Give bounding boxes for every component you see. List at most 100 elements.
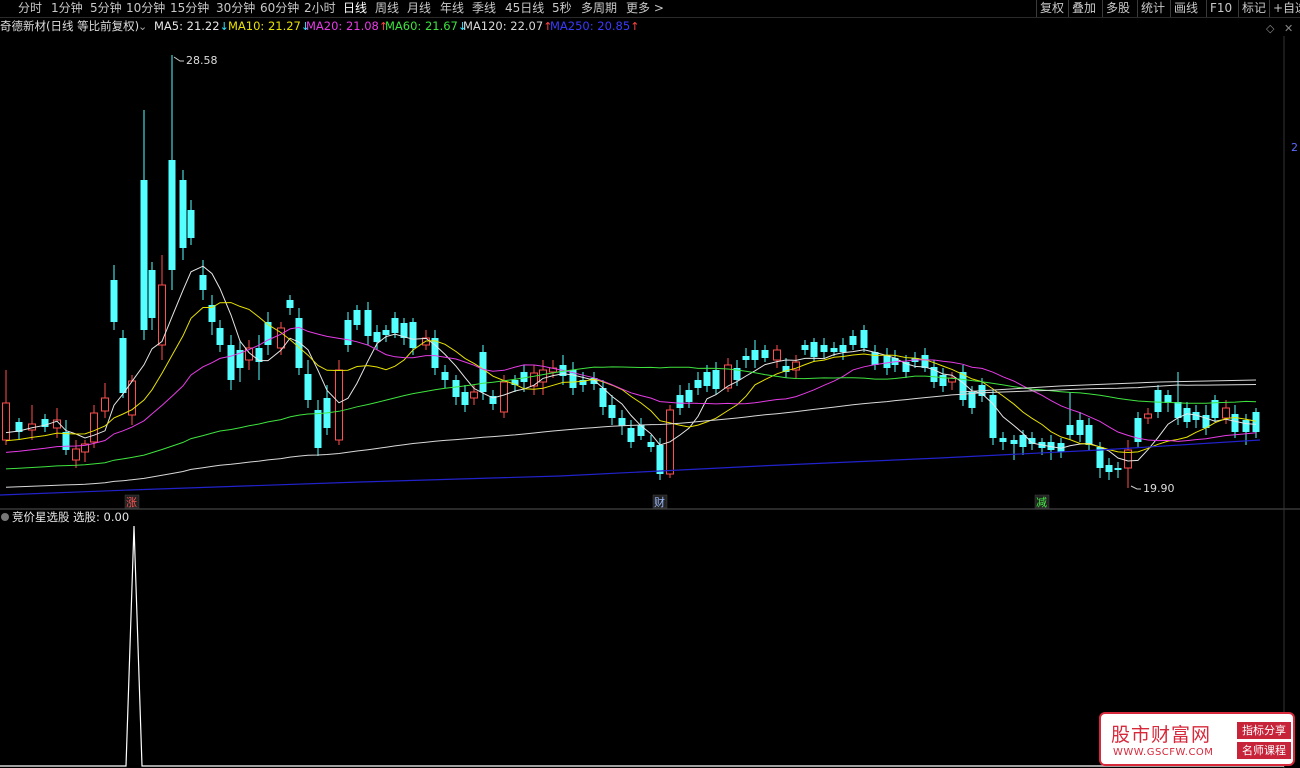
candle-body: [479, 352, 487, 392]
candle-body: [101, 397, 109, 412]
candle-body: [742, 356, 750, 360]
watermark-url: WWW.GSCFW.COM: [1113, 747, 1214, 758]
candle-body: [618, 418, 626, 426]
candle-body: [391, 318, 399, 333]
event-marker-1: 财: [654, 495, 665, 509]
candle-body: [353, 310, 361, 325]
low-price-label: 19.90: [1143, 482, 1175, 495]
candle-body: [849, 336, 857, 345]
close-icon: ✕: [1284, 22, 1293, 35]
candle-body: [199, 275, 207, 290]
candle-body: [637, 425, 645, 436]
watermark-tag-course: 名师课程: [1237, 742, 1291, 759]
candle-body: [2, 402, 10, 441]
candle-body: [431, 338, 439, 368]
candle-body: [452, 380, 460, 397]
candle-body: [830, 348, 838, 352]
candle-body: [801, 345, 809, 350]
candle-body: [409, 322, 417, 348]
candle-body: [839, 345, 847, 352]
candle-body: [255, 348, 263, 362]
candle-body: [314, 410, 322, 448]
signal-spike-line: [0, 525, 1284, 767]
candle-body: [1154, 390, 1162, 412]
event-marker-2: 减: [1036, 496, 1047, 509]
candle-body: [441, 372, 449, 380]
candle-body: [216, 328, 224, 345]
candle-body: [1085, 425, 1093, 445]
candle-body: [295, 318, 303, 368]
ma250-line: [0, 439, 1261, 496]
candle-body: [1231, 414, 1239, 432]
candle-body: [110, 280, 118, 322]
candle-body: [1010, 440, 1018, 444]
candle-body: [187, 210, 195, 238]
candle-body: [227, 345, 235, 380]
kline-chart[interactable]: ◇ ✕ 2 28.58 19.90 涨 财 减竞价星选股 选股: 0.00: [0, 0, 1300, 768]
candle-body: [364, 310, 372, 336]
candle-body: [62, 432, 70, 450]
watermark-title: 股市财富网: [1111, 724, 1212, 746]
candle-body: [1105, 465, 1113, 472]
candle-body: [168, 160, 176, 270]
candle-body: [530, 372, 538, 387]
candle-body: [883, 355, 891, 368]
candle-body: [751, 350, 759, 360]
candle-body: [90, 412, 98, 443]
candle-body: [694, 380, 702, 388]
candle-body: [860, 330, 868, 348]
candle-body: [1019, 435, 1027, 447]
candle-body: [656, 445, 664, 474]
low-pointer: [1130, 485, 1141, 490]
indicator-name: 竞价星选股: [12, 510, 70, 524]
candle-body: [773, 349, 781, 361]
candle-body: [1164, 395, 1172, 403]
indicator-value: 选股: 0.00: [73, 510, 129, 524]
candle-body: [810, 342, 818, 357]
indicator-settings-icon: [1, 513, 9, 521]
candle-body: [1076, 420, 1084, 435]
watermark-tag-share: 指标分享: [1237, 722, 1291, 739]
candle-body: [939, 375, 947, 386]
candle-body: [999, 438, 1007, 442]
candle-body: [520, 372, 528, 382]
candle-body: [344, 320, 352, 345]
candle-body: [304, 374, 312, 400]
candle-body: [148, 270, 156, 318]
candle-body: [1242, 420, 1250, 432]
event-marker-0: 涨: [126, 496, 137, 509]
candle-body: [500, 381, 508, 413]
high-price-label: 28.58: [186, 54, 218, 67]
candle-body: [712, 370, 720, 389]
candle-body: [286, 300, 294, 308]
candle-body: [140, 180, 148, 330]
candle-body: [761, 350, 769, 358]
candle-body: [676, 395, 684, 408]
candle-body: [685, 390, 693, 402]
candle-body: [373, 332, 381, 342]
candle-body: [1222, 407, 1230, 419]
candle-body: [921, 355, 929, 368]
candle-body: [820, 345, 828, 352]
candle-body: [871, 352, 879, 365]
candle-body: [1114, 468, 1122, 470]
ma120-tail: [959, 379, 1257, 393]
watermark-logo: 股市财富网 WWW.GSCFW.COM 指标分享 名师课程: [1099, 712, 1295, 766]
ma60-line: [5, 366, 1257, 470]
candle-body: [703, 372, 711, 386]
candle-body: [1066, 425, 1074, 435]
candle-body: [179, 180, 187, 248]
price-axis-label: 2: [1291, 141, 1298, 154]
candle-body: [1144, 413, 1152, 419]
candle-body: [1252, 412, 1260, 432]
high-pointer: [173, 56, 184, 62]
candle-body: [470, 391, 478, 399]
candle-body: [119, 338, 127, 393]
candle-body: [461, 392, 469, 405]
candle-body: [335, 369, 343, 441]
diamond-icon: ◇: [1266, 22, 1275, 35]
candle-body: [608, 405, 616, 418]
candle-body: [72, 448, 80, 461]
candle-body: [627, 428, 635, 442]
candle-body: [968, 392, 976, 408]
